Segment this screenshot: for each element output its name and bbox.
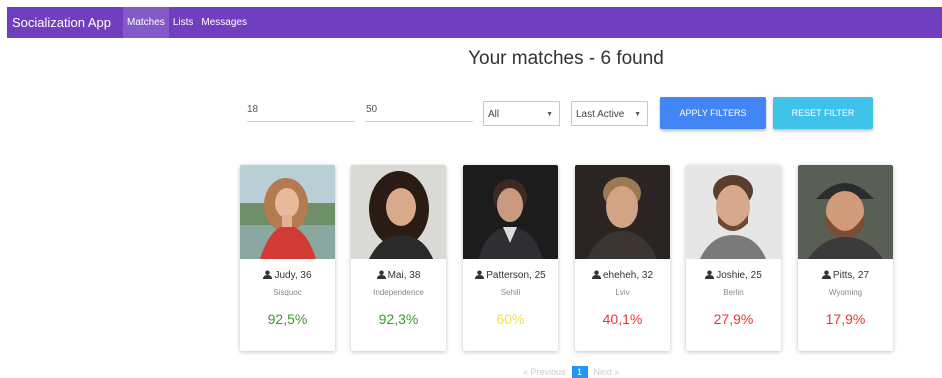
dropdown-caret-icon: ▼ — [546, 111, 553, 118]
match-name-text: Mai, 38 — [387, 270, 421, 281]
match-card[interactable]: eheheh, 32 Lviv 40,1% — [575, 165, 670, 351]
match-city: Independence — [373, 288, 424, 297]
match-name-text: Pitts, 27 — [832, 270, 870, 281]
pagination: « Previous 1 Next » — [520, 366, 623, 378]
dropdown-caret-icon: ▼ — [634, 111, 641, 118]
profile-photo[interactable] — [351, 165, 446, 259]
user-icon — [705, 270, 715, 279]
order-select-value: Last Active — [576, 109, 625, 120]
match-city: Sehili — [500, 288, 521, 297]
match-city: Berlin — [723, 288, 744, 297]
profile-photo[interactable] — [240, 165, 335, 259]
gender-select[interactable]: All ▼ — [483, 101, 560, 126]
match-name: eheheh, 32 — [575, 270, 670, 281]
match-card[interactable]: Judy, 36 Sisquoc 92,5% — [240, 165, 335, 351]
user-icon — [821, 270, 831, 279]
top-navbar: Socialization App Matches Lists Messages — [7, 7, 942, 38]
min-age-input[interactable]: 18 — [247, 98, 354, 122]
match-name: Mai, 38 — [351, 270, 446, 281]
match-city: Wyoming — [828, 288, 863, 297]
user-icon — [591, 270, 601, 279]
nav-messages[interactable]: Messages — [197, 7, 251, 38]
match-name-text: Judy, 36 — [274, 270, 312, 281]
match-score: 92,5% — [267, 311, 308, 327]
reset-filter-button[interactable]: RESET FILTER — [773, 97, 873, 129]
profile-photo[interactable] — [686, 165, 781, 259]
match-card[interactable]: Pitts, 27 Wyoming 17,9% — [798, 165, 893, 351]
match-name-text: Joshie, 25 — [716, 270, 762, 281]
match-city: Sisquoc — [273, 288, 302, 297]
match-score: 27,9% — [713, 311, 754, 327]
user-icon — [376, 270, 386, 279]
nav-lists[interactable]: Lists — [169, 7, 198, 38]
profile-photo[interactable] — [463, 165, 558, 259]
previous-page-link[interactable]: « Previous — [523, 367, 566, 377]
order-select[interactable]: Last Active ▼ — [571, 101, 648, 126]
match-card[interactable]: Patterson, 25 Sehili 60% — [463, 165, 558, 351]
page-number-1[interactable]: 1 — [571, 366, 588, 378]
match-score: 40,1% — [602, 311, 643, 327]
nav-matches[interactable]: Matches — [123, 7, 169, 38]
next-page-link[interactable]: Next » — [594, 367, 620, 377]
profile-photo[interactable] — [575, 165, 670, 259]
user-icon — [475, 270, 485, 279]
user-icon — [263, 270, 273, 279]
match-name-text: eheheh, 32 — [602, 270, 654, 281]
match-card[interactable]: Mai, 38 Independence 92,3% — [351, 165, 446, 351]
match-score: 17,9% — [825, 311, 866, 327]
match-card[interactable]: Joshie, 25 Berlin 27,9% — [686, 165, 781, 351]
page-title: Your matches - 6 found — [468, 48, 664, 69]
match-score: 60% — [496, 311, 525, 327]
profile-photo[interactable] — [798, 165, 893, 259]
match-name: Pitts, 27 — [798, 270, 893, 281]
match-name: Joshie, 25 — [686, 270, 781, 281]
apply-filters-button[interactable]: APPLY FILTERS — [660, 97, 766, 129]
match-score: 92,3% — [378, 311, 419, 327]
gender-select-value: All — [488, 109, 500, 120]
match-name: Judy, 36 — [240, 270, 335, 281]
max-age-input[interactable]: 50 — [366, 98, 473, 122]
match-name-text: Patterson, 25 — [486, 270, 546, 281]
match-city: Lviv — [615, 288, 630, 297]
match-name: Patterson, 25 — [463, 270, 558, 281]
brand-link[interactable]: Socialization App — [12, 15, 111, 30]
